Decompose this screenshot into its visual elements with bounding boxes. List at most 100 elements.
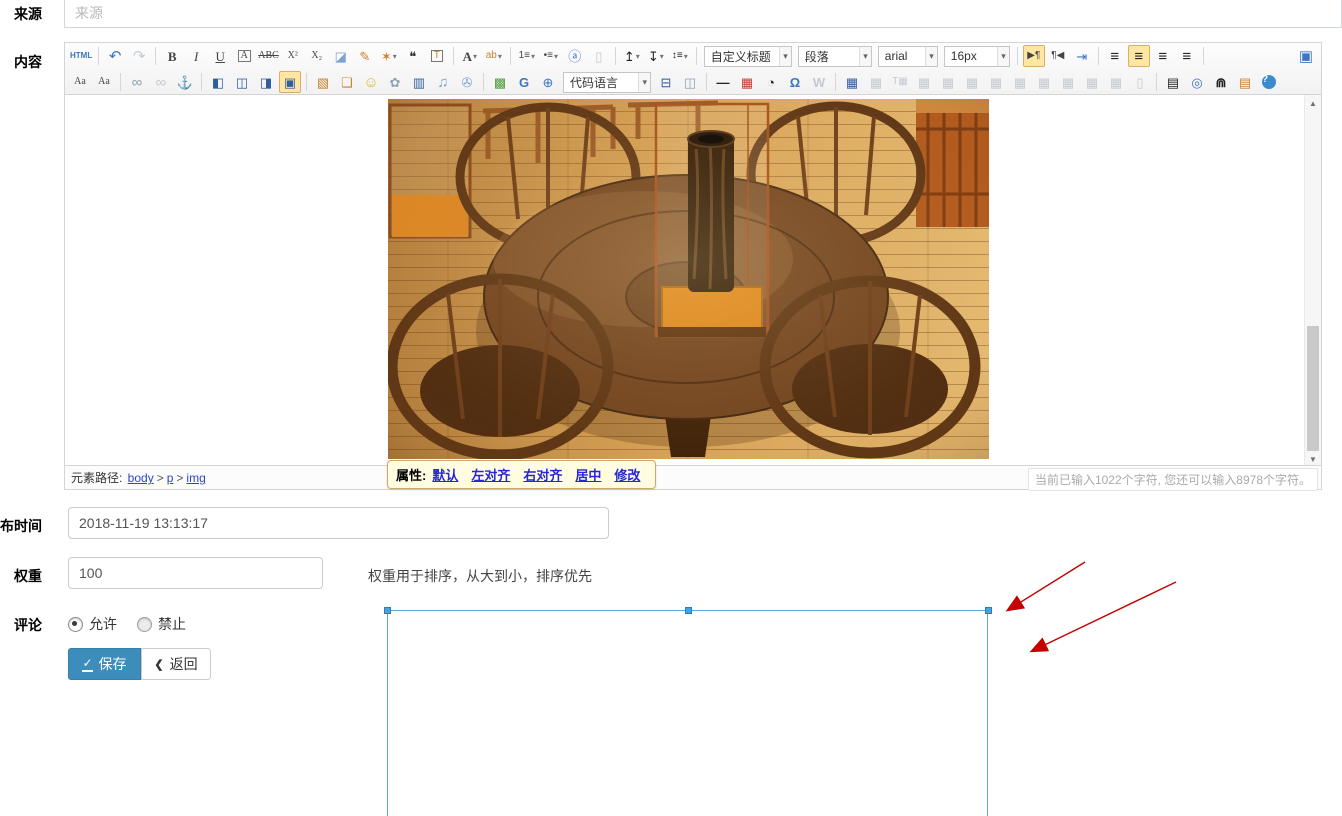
save-button[interactable]: ✓ 保存: [68, 648, 141, 680]
date-icon[interactable]: ▦: [736, 71, 758, 93]
video-icon[interactable]: ▥: [408, 71, 430, 93]
chevron-down-icon[interactable]: ▾: [859, 47, 871, 66]
content-image[interactable]: [388, 99, 989, 459]
html-source-icon[interactable]: HTML: [69, 45, 93, 67]
indent-icon[interactable]: ⇥: [1071, 45, 1093, 67]
italic-icon[interactable]: I: [185, 45, 207, 67]
font-size-combo[interactable]: 16px▾: [944, 46, 1010, 67]
auto-link-icon[interactable]: ⓐ: [564, 45, 586, 67]
resize-handle-top-left[interactable]: [384, 607, 391, 614]
preview-icon[interactable]: ◎: [1186, 71, 1208, 93]
chevron-down-icon[interactable]: ▾: [636, 52, 640, 61]
chevron-down-icon[interactable]: ▾: [531, 52, 535, 61]
ordered-list-icon[interactable]: 1≡▾: [516, 45, 538, 67]
chevron-down-icon[interactable]: ▾: [779, 47, 791, 66]
align-left-icon[interactable]: ≡: [1104, 45, 1126, 67]
attr-link-居中[interactable]: 居中: [575, 468, 601, 483]
weight-input[interactable]: [68, 557, 323, 589]
baidu-map-icon[interactable]: ▩: [489, 71, 511, 93]
chevron-down-icon[interactable]: ▾: [660, 52, 664, 61]
resizable-selection-box[interactable]: [387, 610, 988, 816]
horizontal-rule-icon[interactable]: —: [712, 71, 734, 93]
font-border-icon[interactable]: A: [233, 45, 255, 67]
lowercase-icon[interactable]: Aa: [93, 71, 115, 93]
source-input[interactable]: [64, 0, 1342, 28]
chevron-down-icon[interactable]: ▾: [997, 47, 1009, 66]
insert-image-icon[interactable]: ▧: [312, 71, 334, 93]
scrawl-icon[interactable]: ✿: [384, 71, 406, 93]
align-right-icon[interactable]: ≡: [1152, 45, 1174, 67]
chevron-down-icon[interactable]: ▾: [684, 52, 688, 61]
link-icon[interactable]: ∞: [126, 71, 148, 93]
image-left-icon[interactable]: ◧: [207, 71, 229, 93]
path-link-img[interactable]: img: [186, 471, 205, 485]
ltr-icon[interactable]: ▶¶: [1023, 45, 1045, 67]
align-center-icon[interactable]: ≡: [1128, 45, 1150, 67]
eraser-icon[interactable]: ◪: [330, 45, 352, 67]
attr-link-左对齐[interactable]: 左对齐: [471, 468, 510, 483]
multi-image-icon[interactable]: ❏: [336, 71, 358, 93]
paste-filter-icon[interactable]: T: [426, 45, 448, 67]
music-icon[interactable]: ♫: [432, 71, 454, 93]
radio-unselected-icon[interactable]: [137, 617, 152, 632]
auto-typeset-icon[interactable]: ✶▾: [378, 45, 400, 67]
spacing-bottom-icon[interactable]: ↧▾: [645, 45, 667, 67]
attr-link-默认[interactable]: 默认: [432, 468, 458, 483]
attachment-icon[interactable]: ✇: [456, 71, 478, 93]
publish-time-input[interactable]: [68, 507, 609, 539]
insert-iframe-icon[interactable]: ⊕: [537, 71, 559, 93]
path-link-body[interactable]: body: [128, 471, 154, 485]
paste-icon[interactable]: ▤: [1234, 71, 1256, 93]
spacing-top-icon[interactable]: ↥▾: [621, 45, 643, 67]
code-language-combo[interactable]: 代码语言▾: [563, 72, 651, 93]
time-icon[interactable]: ◔: [760, 71, 782, 93]
strikethrough-icon[interactable]: ABC: [257, 45, 280, 67]
chevron-down-icon[interactable]: ▾: [925, 47, 937, 66]
back-button[interactable]: ❮ 返回: [141, 648, 211, 680]
screenshot-icon[interactable]: ◫: [679, 71, 701, 93]
special-char-icon[interactable]: Ω: [784, 71, 806, 93]
resize-handle-top-center[interactable]: [685, 607, 692, 614]
emotion-icon[interactable]: ☺: [360, 71, 382, 93]
unordered-list-icon[interactable]: •≡▾: [540, 45, 562, 67]
google-map-icon[interactable]: G: [513, 71, 535, 93]
image-right-icon[interactable]: ◨: [255, 71, 277, 93]
line-height-icon[interactable]: ↕≡▾: [669, 45, 691, 67]
undo-icon[interactable]: ↶: [104, 45, 126, 67]
align-justify-icon[interactable]: ≡: [1176, 45, 1198, 67]
custom-title-combo[interactable]: 自定义标题▾: [704, 46, 792, 67]
underline-icon[interactable]: U: [209, 45, 231, 67]
editor-content-area[interactable]: ▲ ▼: [65, 95, 1321, 467]
comment-option-禁止[interactable]: 禁止: [137, 614, 186, 634]
resize-handle-top-right[interactable]: [985, 607, 992, 614]
bold-icon[interactable]: B: [161, 45, 183, 67]
blockquote-icon[interactable]: ❝: [402, 45, 424, 67]
radio-selected-icon[interactable]: [68, 617, 83, 632]
highlight-color-icon[interactable]: ab▾: [483, 45, 505, 67]
path-link-p[interactable]: p: [167, 471, 174, 485]
font-color-icon[interactable]: A▾: [459, 45, 481, 67]
rtl-icon[interactable]: ¶◀: [1047, 45, 1069, 67]
fullscreen-icon[interactable]: ▣: [1295, 45, 1317, 67]
image-center-icon[interactable]: ▣: [279, 71, 301, 93]
superscript-icon[interactable]: X²: [282, 45, 304, 67]
image-inline-icon[interactable]: ◫: [231, 71, 253, 93]
find-replace-icon[interactable]: ⋒: [1210, 71, 1232, 93]
anchor-icon[interactable]: ⚓: [174, 71, 196, 93]
scrollbar-thumb[interactable]: [1307, 326, 1319, 451]
chevron-down-icon[interactable]: ▾: [498, 52, 502, 61]
chevron-down-icon[interactable]: ▾: [473, 52, 477, 61]
subscript-icon[interactable]: X₂: [306, 45, 328, 67]
uppercase-icon[interactable]: Aa: [69, 71, 91, 93]
editor-scrollbar[interactable]: ▲ ▼: [1304, 95, 1321, 467]
chevron-down-icon[interactable]: ▾: [638, 73, 650, 92]
paragraph-combo[interactable]: 段落▾: [798, 46, 872, 67]
scroll-up-icon[interactable]: ▲: [1305, 95, 1321, 111]
format-brush-icon[interactable]: ✎: [354, 45, 376, 67]
help-icon[interactable]: ?: [1258, 71, 1280, 93]
chevron-down-icon[interactable]: ▾: [393, 52, 397, 61]
attr-link-修改[interactable]: 修改: [614, 468, 640, 483]
font-family-combo[interactable]: arial▾: [878, 46, 938, 67]
code-block-icon[interactable]: ⊟: [655, 71, 677, 93]
attr-link-右对齐[interactable]: 右对齐: [523, 468, 562, 483]
